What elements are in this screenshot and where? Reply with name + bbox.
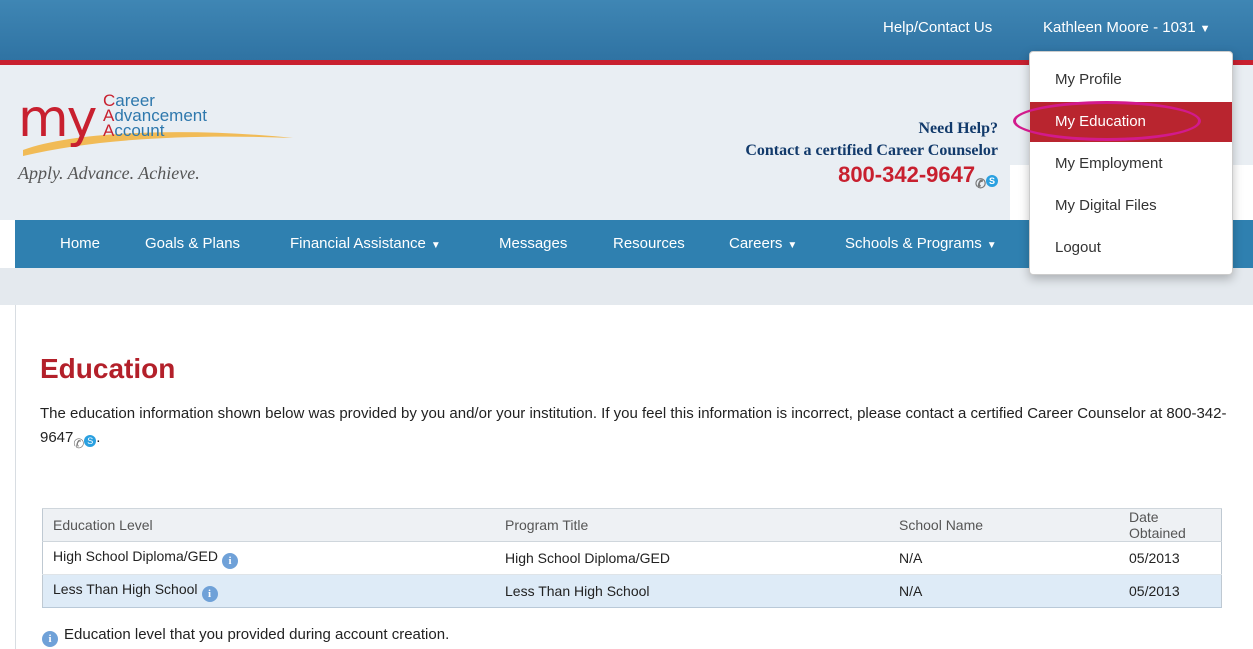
caret-down-icon: ▼ — [986, 240, 997, 251]
logo-tagline: Apply. Advance. Achieve. — [18, 163, 200, 183]
menu-item-my-profile[interactable]: My Profile — [1030, 60, 1232, 100]
logo-words: Career Advancement Account — [103, 92, 207, 140]
nav-careers[interactable]: Careers ▼ — [729, 235, 797, 252]
cell-school: N/A — [889, 541, 1119, 575]
phone-icon: ✆ — [73, 436, 85, 451]
nav-messages[interactable]: Messages — [499, 235, 567, 252]
nav-careers-label: Careers — [729, 235, 783, 252]
cell-date: 05/2013 — [1119, 574, 1222, 608]
cell-program: Less Than High School — [495, 574, 889, 608]
table-row: High School Diploma/GED i High School Dip… — [42, 541, 1222, 575]
logo-letter-a2: A — [103, 121, 115, 140]
info-icon: i — [42, 631, 58, 647]
need-help-subheading: Contact a certified Career Counselor — [745, 142, 998, 159]
nav-financial-label: Financial Assistance — [290, 235, 426, 252]
cell-program: High School Diploma/GED — [495, 541, 889, 575]
caret-down-icon: ▼ — [787, 240, 798, 251]
help-contact-link[interactable]: Help/Contact Us — [883, 19, 992, 36]
intro-period: . — [96, 429, 101, 446]
cell-school: N/A — [889, 574, 1119, 608]
info-icon[interactable]: i — [221, 552, 238, 569]
highlight-annotation-ring — [1013, 101, 1201, 141]
logo[interactable]: my Career Advancement Account Apply. Adv… — [18, 89, 318, 183]
menu-item-my-employment[interactable]: My Employment — [1030, 144, 1232, 184]
nav-home[interactable]: Home — [60, 235, 100, 252]
col-education-level: Education Level — [42, 508, 495, 542]
caret-down-icon: ▼ — [430, 240, 441, 251]
logo-my: my — [18, 89, 97, 149]
footnote-text: Education level that you provided during… — [64, 626, 450, 643]
table-row: Less Than High School i Less Than High Sc… — [42, 574, 1222, 608]
page-title: Education — [40, 353, 176, 384]
cell-level: Less Than High School i — [42, 574, 495, 608]
menu-item-logout[interactable]: Logout — [1030, 228, 1232, 268]
help-phone-number[interactable]: 800-342-9647✆ S — [745, 162, 998, 192]
skype-icon[interactable]: S — [986, 175, 998, 187]
nav-schools-label: Schools & Programs — [845, 235, 982, 252]
col-school-name: School Name — [889, 508, 1119, 542]
level-text: High School Diploma/GED — [53, 547, 218, 564]
intro-text: The education information shown below wa… — [40, 402, 1230, 456]
level-text: Less Than High School — [53, 580, 198, 597]
user-menu-toggle[interactable]: Kathleen Moore - 1031 ▼ — [1043, 19, 1211, 36]
phone-icon: ✆ — [975, 176, 986, 191]
caret-down-icon: ▼ — [1199, 23, 1211, 35]
user-dropdown-menu: My Profile My Education My Employment My… — [1029, 51, 1233, 275]
skype-icon[interactable]: S — [84, 435, 97, 447]
intro-body: The education information shown below wa… — [40, 405, 1227, 446]
logo-word-account: ccount — [114, 121, 165, 140]
user-name: Kathleen Moore - 1031 — [1043, 19, 1196, 36]
info-icon[interactable]: i — [201, 585, 218, 602]
col-program-title: Program Title — [495, 508, 889, 542]
need-help-heading: Need Help? — [918, 120, 998, 137]
footnote: i Education level that you provided durin… — [42, 626, 449, 647]
help-phone-text: 800-342-9647 — [838, 162, 976, 187]
table-header-row: Education Level Program Title School Nam… — [42, 508, 1222, 542]
nav-resources[interactable]: Resources — [613, 235, 685, 252]
cell-date: 05/2013 — [1119, 541, 1222, 575]
col-date-obtained: Date Obtained — [1119, 508, 1222, 542]
nav-goals-plans[interactable]: Goals & Plans — [145, 235, 240, 252]
need-help-block: Need Help? Contact a certified Career Co… — [745, 120, 998, 192]
education-table: Education Level Program Title School Nam… — [42, 508, 1222, 608]
nav-financial-assistance[interactable]: Financial Assistance ▼ — [290, 235, 441, 252]
nav-schools-programs[interactable]: Schools & Programs ▼ — [845, 235, 997, 252]
menu-item-my-digital-files[interactable]: My Digital Files — [1030, 186, 1232, 226]
cell-level: High School Diploma/GED i — [42, 541, 495, 575]
